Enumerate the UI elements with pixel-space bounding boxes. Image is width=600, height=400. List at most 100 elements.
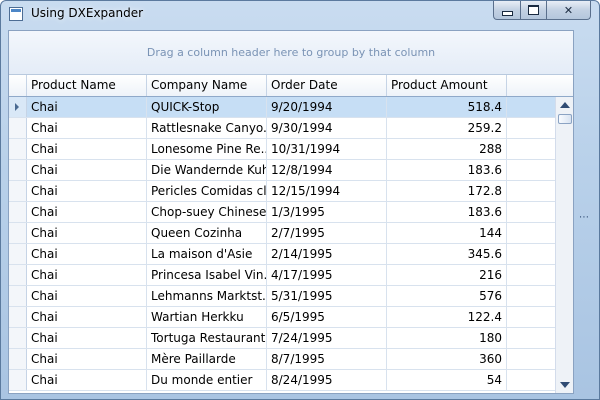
cell-order-date[interactable]: 9/20/1994: [267, 97, 387, 117]
cell-order-date[interactable]: 2/7/1995: [267, 223, 387, 243]
cell-product-amount[interactable]: 183.6: [387, 160, 507, 180]
cell-order-date[interactable]: 12/15/1994: [267, 181, 387, 201]
cell-product-amount[interactable]: 144: [387, 223, 507, 243]
cell-product-amount[interactable]: 360: [387, 349, 507, 369]
cell-order-date[interactable]: 8/7/1995: [267, 349, 387, 369]
maximize-button[interactable]: [520, 1, 547, 20]
cell-company-name[interactable]: La maison d'Asie: [147, 244, 267, 264]
cell-product-amount[interactable]: 180: [387, 328, 507, 348]
cell-product-amount[interactable]: 54: [387, 370, 507, 390]
cell-company-name[interactable]: Lehmanns Marktst...: [147, 286, 267, 306]
column-header-row: Product Name Company Name Order Date Pro…: [9, 75, 573, 97]
cell-product-amount[interactable]: 172.8: [387, 181, 507, 201]
cell-product-name[interactable]: Chai: [27, 328, 147, 348]
cell-product-amount[interactable]: 288: [387, 139, 507, 159]
scroll-up-icon[interactable]: [560, 102, 570, 108]
cell-order-date[interactable]: 6/5/1995: [267, 307, 387, 327]
cell-company-name[interactable]: Queen Cozinha: [147, 223, 267, 243]
cell-company-name[interactable]: Rattlesnake Canyo...: [147, 118, 267, 138]
row-indicator[interactable]: [9, 370, 27, 390]
row-indicator[interactable]: [9, 244, 27, 264]
vertical-scrollbar[interactable]: [555, 97, 573, 393]
table-row[interactable]: Chai Wartian Herkku 6/5/1995 122.4: [9, 307, 555, 328]
cell-product-name[interactable]: Chai: [27, 244, 147, 264]
cell-product-name[interactable]: Chai: [27, 202, 147, 222]
cell-product-name[interactable]: Chai: [27, 118, 147, 138]
row-indicator[interactable]: [9, 265, 27, 285]
row-indicator[interactable]: [9, 160, 27, 180]
cell-company-name[interactable]: Chop-suey Chinese: [147, 202, 267, 222]
cell-product-name[interactable]: Chai: [27, 160, 147, 180]
table-row[interactable]: Chai Queen Cozinha 2/7/1995 144: [9, 223, 555, 244]
scroll-down-icon[interactable]: [560, 382, 570, 388]
cell-order-date[interactable]: 1/3/1995: [267, 202, 387, 222]
cell-product-name[interactable]: Chai: [27, 370, 147, 390]
cell-order-date[interactable]: 8/24/1995: [267, 370, 387, 390]
cell-product-amount[interactable]: 259.2: [387, 118, 507, 138]
cell-order-date[interactable]: 2/14/1995: [267, 244, 387, 264]
cell-company-name[interactable]: Princesa Isabel Vin...: [147, 265, 267, 285]
cell-product-name[interactable]: Chai: [27, 97, 147, 117]
table-row[interactable]: Chai Lehmanns Marktst... 5/31/1995 576: [9, 286, 555, 307]
cell-company-name[interactable]: Die Wandernde Kuh: [147, 160, 267, 180]
cell-product-amount[interactable]: 345.6: [387, 244, 507, 264]
close-icon: ✕: [563, 3, 574, 17]
table-row[interactable]: Chai Lonesome Pine Re... 10/31/1994 288: [9, 139, 555, 160]
cell-company-name[interactable]: Wartian Herkku: [147, 307, 267, 327]
row-indicator[interactable]: [9, 118, 27, 138]
table-row[interactable]: Chai Du monde entier 8/24/1995 54: [9, 370, 555, 391]
cell-product-name[interactable]: Chai: [27, 181, 147, 201]
row-indicator[interactable]: [9, 202, 27, 222]
cell-order-date[interactable]: 5/31/1995: [267, 286, 387, 306]
cell-company-name[interactable]: Mère Paillarde: [147, 349, 267, 369]
scroll-thumb[interactable]: [558, 114, 572, 124]
column-header-product-amount[interactable]: Product Amount: [387, 75, 507, 96]
table-row[interactable]: Chai Tortuga Restaurante 7/24/1995 180: [9, 328, 555, 349]
row-indicator[interactable]: [9, 307, 27, 327]
table-row[interactable]: Chai La maison d'Asie 2/14/1995 345.6: [9, 244, 555, 265]
cell-product-amount[interactable]: 576: [387, 286, 507, 306]
table-row[interactable]: Chai Rattlesnake Canyo... 9/30/1994 259.2: [9, 118, 555, 139]
column-header-order-date[interactable]: Order Date: [267, 75, 387, 96]
cell-company-name[interactable]: Lonesome Pine Re...: [147, 139, 267, 159]
column-header-company-name[interactable]: Company Name: [147, 75, 267, 96]
table-row[interactable]: Chai Mère Paillarde 8/7/1995 360: [9, 349, 555, 370]
cell-product-name[interactable]: Chai: [27, 139, 147, 159]
cell-product-amount[interactable]: 122.4: [387, 307, 507, 327]
cell-order-date[interactable]: 10/31/1994: [267, 139, 387, 159]
cell-product-name[interactable]: Chai: [27, 307, 147, 327]
table-row[interactable]: Chai Chop-suey Chinese 1/3/1995 183.6: [9, 202, 555, 223]
cell-product-amount[interactable]: 183.6: [387, 202, 507, 222]
cell-order-date[interactable]: 9/30/1994: [267, 118, 387, 138]
cell-company-name[interactable]: Tortuga Restaurante: [147, 328, 267, 348]
cell-product-amount[interactable]: 518.4: [387, 97, 507, 117]
row-indicator[interactable]: [9, 181, 27, 201]
cell-product-name[interactable]: Chai: [27, 286, 147, 306]
group-panel[interactable]: Drag a column header here to group by th…: [9, 31, 573, 75]
column-header-product-name[interactable]: Product Name: [27, 75, 147, 96]
table-row[interactable]: Chai Die Wandernde Kuh 12/8/1994 183.6: [9, 160, 555, 181]
table-row[interactable]: Chai QUICK-Stop 9/20/1994 518.4: [9, 97, 555, 118]
cell-product-name[interactable]: Chai: [27, 349, 147, 369]
table-row[interactable]: Chai Pericles Comidas cl... 12/15/1994 172.…: [9, 181, 555, 202]
cell-company-name[interactable]: Pericles Comidas cl...: [147, 181, 267, 201]
close-button[interactable]: ✕: [546, 1, 591, 20]
cell-order-date[interactable]: 12/8/1994: [267, 160, 387, 180]
title-bar[interactable]: Using DXExpander ✕: [1, 1, 599, 29]
cell-order-date[interactable]: 4/17/1995: [267, 265, 387, 285]
row-indicator[interactable]: [9, 349, 27, 369]
cell-product-amount[interactable]: 216: [387, 265, 507, 285]
minimize-button[interactable]: [493, 1, 521, 20]
cell-company-name[interactable]: Du monde entier: [147, 370, 267, 390]
cell-product-name[interactable]: Chai: [27, 223, 147, 243]
cell-product-name[interactable]: Chai: [27, 265, 147, 285]
row-indicator[interactable]: [9, 286, 27, 306]
table-row[interactable]: Chai Princesa Isabel Vin... 4/17/1995 216: [9, 265, 555, 286]
row-indicator[interactable]: [9, 97, 27, 117]
cell-order-date[interactable]: 7/24/1995: [267, 328, 387, 348]
row-indicator[interactable]: [9, 139, 27, 159]
expander-splitter[interactable]: ⋯: [574, 30, 594, 394]
cell-company-name[interactable]: QUICK-Stop: [147, 97, 267, 117]
row-indicator[interactable]: [9, 223, 27, 243]
row-indicator[interactable]: [9, 328, 27, 348]
